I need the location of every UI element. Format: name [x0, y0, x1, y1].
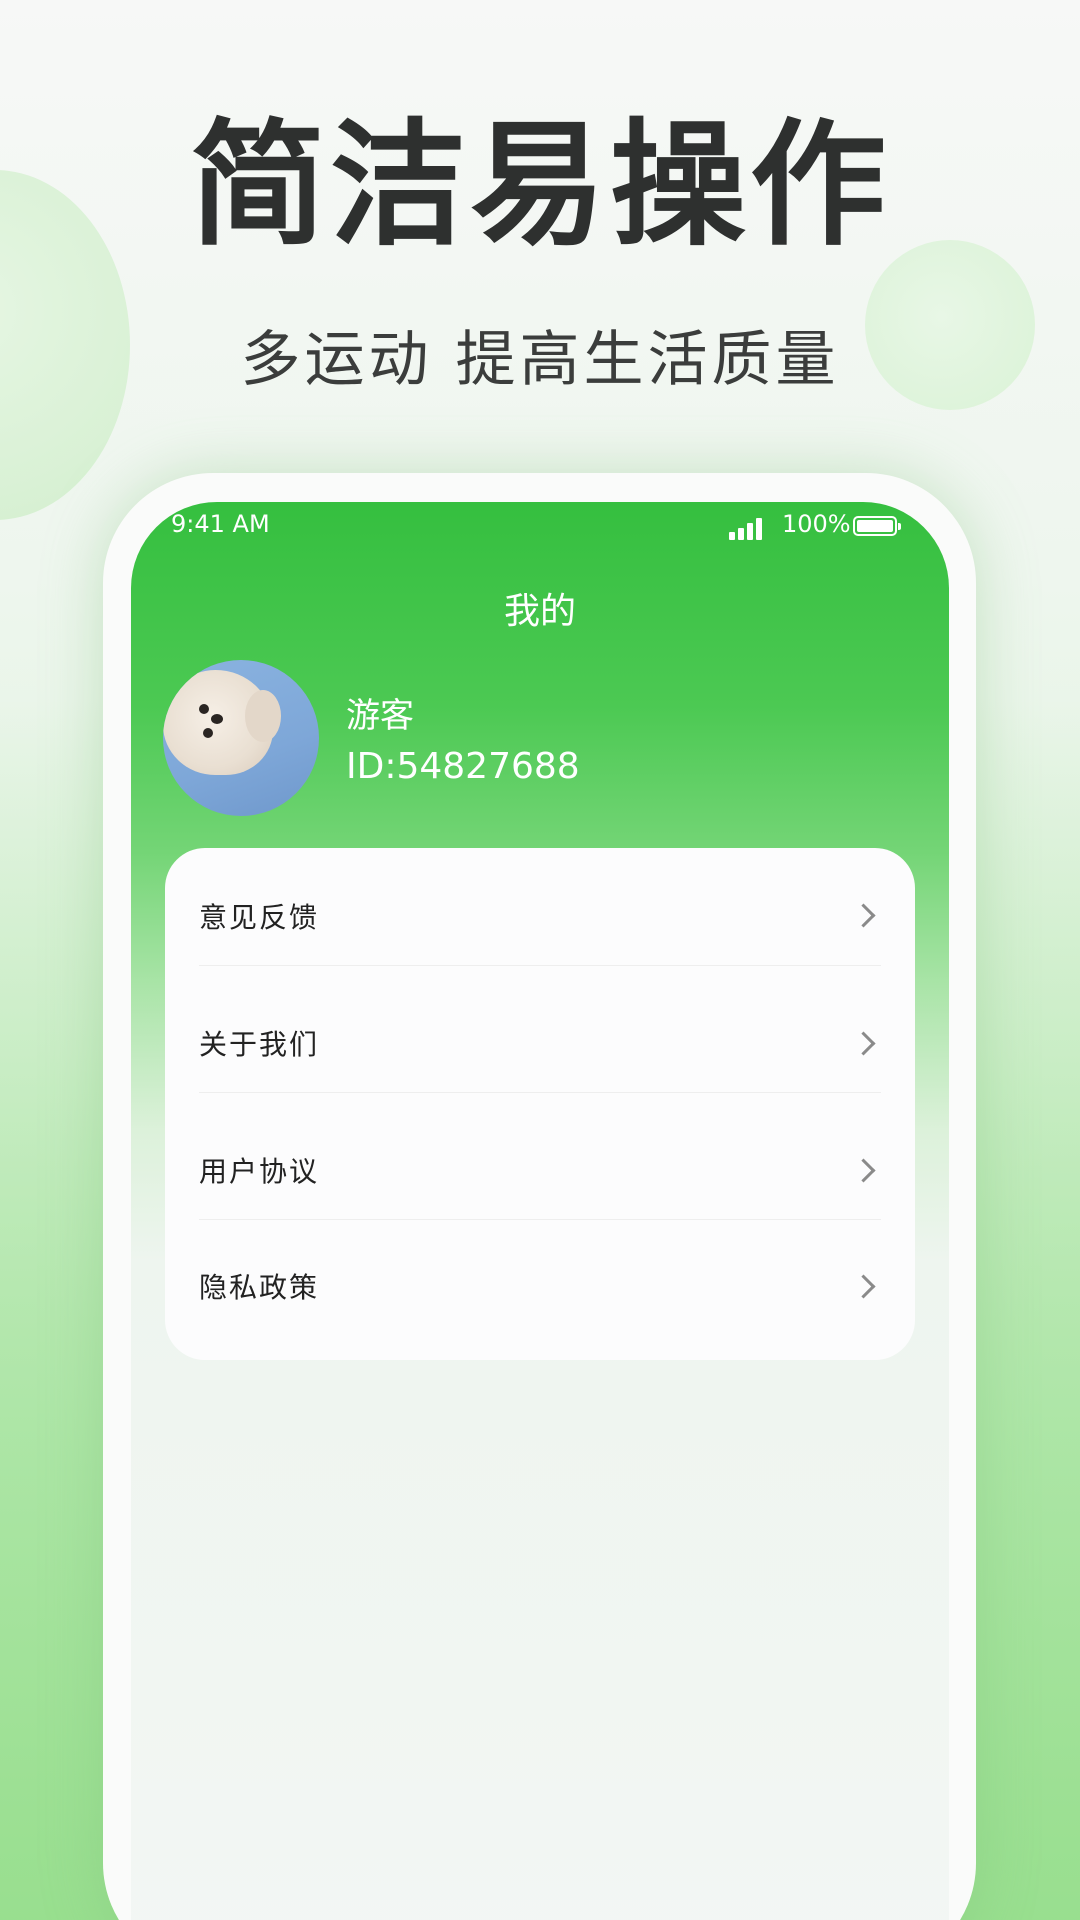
menu-card: 意见反馈 关于我们 用户协议 隐私政策	[165, 848, 915, 1360]
menu-item-label: 关于我们	[199, 1028, 320, 1061]
user-id: ID:54827688	[346, 746, 580, 787]
menu-item-label: 隐私政策	[199, 1271, 320, 1304]
chevron-right-icon	[851, 1158, 876, 1183]
page-title: 我的	[503, 591, 576, 632]
menu-item-feedback[interactable]: 意见反馈	[165, 848, 915, 974]
phone-screen: 9:41 AM 100% 我的 游客 ID:54827688 意见反馈 关于我们…	[131, 502, 949, 1920]
dog-ear	[245, 690, 281, 742]
avatar[interactable]	[163, 660, 319, 816]
menu-item-privacy-policy[interactable]: 隐私政策	[165, 1220, 915, 1346]
decorative-glow-left	[0, 700, 120, 1920]
promo-headline: 简洁易操作	[190, 107, 890, 265]
chevron-right-icon	[851, 1031, 876, 1056]
decorative-glow-right	[960, 700, 1080, 1920]
menu-item-label: 意见反馈	[199, 901, 320, 934]
dog-nose	[211, 714, 223, 724]
chevron-right-icon	[851, 1274, 876, 1299]
menu-item-about-us[interactable]: 关于我们	[165, 966, 915, 1092]
signal-bars-icon	[729, 514, 769, 540]
promo-subline: 多运动 提高生活质量	[240, 325, 840, 395]
status-bar: 9:41 AM 100%	[131, 502, 949, 552]
menu-item-user-agreement[interactable]: 用户协议	[165, 1093, 915, 1219]
dog-eye-right	[203, 728, 213, 738]
status-time: 9:41 AM	[171, 510, 270, 538]
battery-full-icon	[853, 516, 901, 536]
promo-stage: 简洁易操作 多运动 提高生活质量 9:41 AM 100% 我的 游客 ID:5…	[0, 0, 1080, 1920]
menu-item-label: 用户协议	[199, 1155, 320, 1188]
battery-percent: 100%	[782, 510, 851, 538]
chevron-right-icon	[851, 903, 876, 928]
user-name: 游客	[346, 696, 414, 736]
dog-eye-left	[199, 704, 209, 714]
